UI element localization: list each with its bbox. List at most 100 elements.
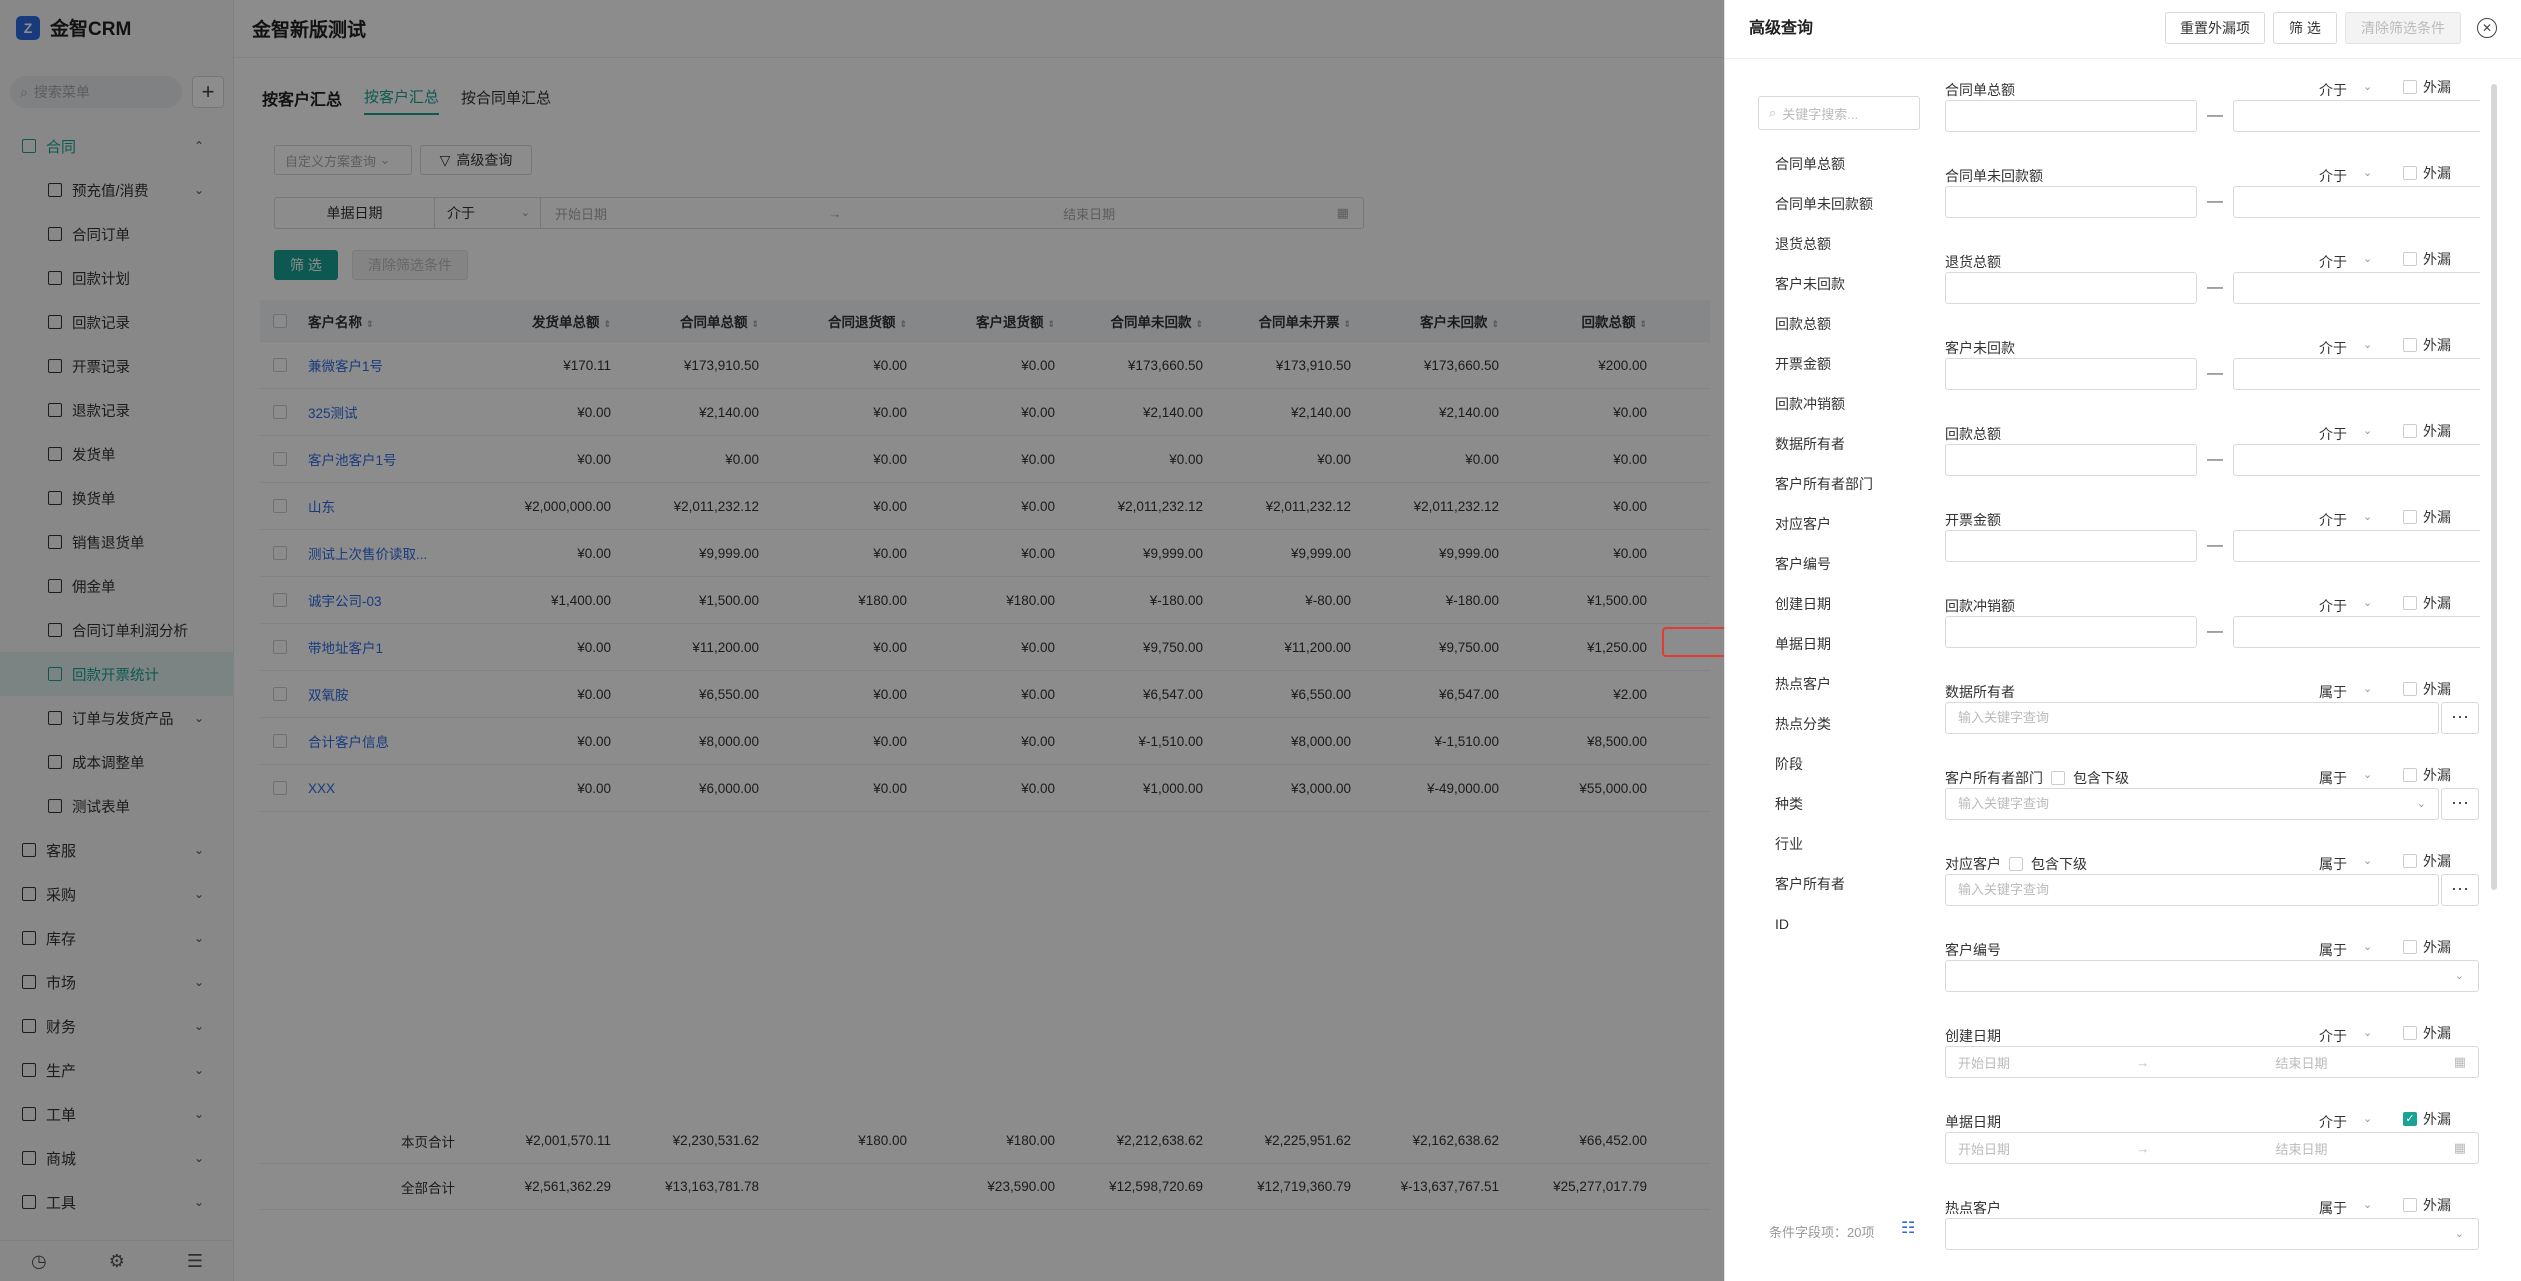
field-list-item[interactable]: 对应客户	[1775, 504, 1873, 544]
field-list-item[interactable]: 单据日期	[1775, 624, 1873, 664]
field-list-item[interactable]: 行业	[1775, 824, 1873, 864]
more-options-button[interactable]: ···	[2441, 702, 2479, 734]
range-min-input[interactable]	[1945, 444, 2197, 476]
field-list-item[interactable]: 阶段	[1775, 744, 1873, 784]
ext-toggle[interactable]: 外漏	[2403, 80, 2451, 97]
chevron-down-icon[interactable]: ⌄	[2363, 768, 2372, 781]
ext-checkbox[interactable]	[2403, 510, 2417, 524]
keyword-search-input[interactable]: ⌕ 关键字搜索...	[1758, 96, 1920, 130]
keyword-input[interactable]: 输入关键字查询 ⌄	[1945, 788, 2439, 820]
ext-checkbox[interactable]	[2403, 854, 2417, 868]
close-icon[interactable]: ✕	[2477, 18, 2497, 38]
range-max-input[interactable]	[2233, 444, 2480, 476]
chevron-down-icon[interactable]: ⌄	[2363, 80, 2372, 93]
range-min-input[interactable]	[1945, 100, 2197, 132]
chevron-down-icon[interactable]: ⌄	[2363, 510, 2372, 523]
field-list-item[interactable]: 数据所有者	[1775, 424, 1873, 464]
range-min-input[interactable]	[1945, 272, 2197, 304]
more-options-button[interactable]: ···	[2441, 788, 2479, 820]
keyword-input[interactable]: 输入关键字查询	[1945, 874, 2439, 906]
range-min-input[interactable]	[1945, 616, 2197, 648]
field-list-item[interactable]: 客户所有者	[1775, 864, 1873, 904]
condition-operator[interactable]: 属于	[2319, 768, 2347, 788]
range-max-input[interactable]	[2233, 100, 2480, 132]
select-input[interactable]: ⌄	[1945, 1218, 2479, 1250]
modal-mask[interactable]	[0, 0, 1724, 1281]
condition-operator[interactable]: 属于	[2319, 682, 2347, 702]
condition-operator[interactable]: 介于	[2319, 596, 2347, 616]
ext-toggle[interactable]: 外漏	[2403, 679, 2451, 699]
ext-toggle[interactable]: 外漏	[2403, 851, 2451, 871]
ext-checkbox[interactable]	[2403, 338, 2417, 352]
condition-operator[interactable]: 介于	[2319, 1112, 2347, 1132]
ext-toggle[interactable]: ✓ 外漏	[2403, 1109, 2451, 1129]
ext-checkbox[interactable]	[2403, 424, 2417, 438]
ext-checkbox[interactable]	[2403, 596, 2417, 610]
range-max-input[interactable]	[2233, 186, 2480, 218]
field-list-item[interactable]: 回款总额	[1775, 304, 1873, 344]
ext-toggle[interactable]: 外漏	[2403, 507, 2451, 527]
field-list-item[interactable]: 客户编号	[1775, 544, 1873, 584]
range-max-input[interactable]	[2233, 530, 2480, 562]
condition-operator[interactable]: 属于	[2319, 940, 2347, 960]
include-sub-checkbox[interactable]	[2051, 771, 2065, 785]
field-list-item[interactable]: 开票金额	[1775, 344, 1873, 384]
field-list-item[interactable]: 回款冲销额	[1775, 384, 1873, 424]
ext-checkbox[interactable]	[2403, 1198, 2417, 1212]
condition-operator[interactable]: 介于	[2319, 424, 2347, 444]
ext-toggle[interactable]: 外漏	[2403, 163, 2451, 183]
field-list-item[interactable]: 种类	[1775, 784, 1873, 824]
chevron-down-icon[interactable]: ⌄	[2363, 596, 2372, 609]
range-max-input[interactable]	[2233, 272, 2480, 304]
chevron-down-icon[interactable]: ⌄	[2363, 166, 2372, 179]
chevron-down-icon[interactable]: ⌄	[2363, 854, 2372, 867]
range-min-input[interactable]	[1945, 186, 2197, 218]
condition-operator[interactable]: 属于	[2319, 1198, 2347, 1218]
field-list-item[interactable]: 热点客户	[1775, 664, 1873, 704]
select-input[interactable]: ⌄	[1945, 960, 2479, 992]
ext-toggle[interactable]: 外漏	[2403, 937, 2451, 957]
condition-operator[interactable]: 介于	[2319, 166, 2347, 186]
ext-checkbox[interactable]	[2403, 80, 2417, 94]
ext-checkbox[interactable]	[2403, 940, 2417, 954]
ext-toggle[interactable]: 外漏	[2403, 593, 2451, 613]
condition-operator[interactable]: 介于	[2319, 510, 2347, 530]
more-options-button[interactable]: ···	[2441, 874, 2479, 906]
ext-toggle[interactable]: 外漏	[2403, 421, 2451, 441]
condition-operator[interactable]: 介于	[2319, 80, 2347, 100]
ext-toggle[interactable]: 外漏	[2403, 1195, 2451, 1215]
condition-operator[interactable]: 介于	[2319, 1026, 2347, 1046]
ext-toggle[interactable]: 外漏	[2403, 1023, 2451, 1043]
ext-checkbox[interactable]	[2403, 252, 2417, 266]
chevron-down-icon[interactable]: ⌄	[2363, 682, 2372, 695]
date-range-input[interactable]: 开始日期 → 结束日期 ▦	[1945, 1132, 2479, 1164]
adjust-icon[interactable]: ☷	[1901, 1218, 1915, 1238]
ext-toggle[interactable]: 外漏	[2403, 249, 2451, 269]
drawer-scrollbar[interactable]	[2491, 84, 2497, 890]
chevron-down-icon[interactable]: ⌄	[2363, 338, 2372, 351]
field-list-item[interactable]: 退货总额	[1775, 224, 1873, 264]
range-min-input[interactable]	[1945, 358, 2197, 390]
chevron-down-icon[interactable]: ⌄	[2363, 1026, 2372, 1039]
range-min-input[interactable]	[1945, 530, 2197, 562]
field-list-item[interactable]: 合同单总额	[1775, 144, 1873, 184]
include-sub-checkbox[interactable]	[2009, 857, 2023, 871]
field-list-item[interactable]: 创建日期	[1775, 584, 1873, 624]
ext-checkbox[interactable]	[2403, 768, 2417, 782]
field-list-item[interactable]: 热点分类	[1775, 704, 1873, 744]
range-max-input[interactable]	[2233, 616, 2480, 648]
ext-checkbox[interactable]	[2403, 1026, 2417, 1040]
keyword-input[interactable]: 输入关键字查询	[1945, 702, 2439, 734]
field-list-item[interactable]: 客户未回款	[1775, 264, 1873, 304]
chevron-down-icon[interactable]: ⌄	[2363, 252, 2372, 265]
ext-toggle[interactable]: 外漏	[2403, 765, 2451, 785]
drawer-clear-button[interactable]: 清除筛选条件	[2345, 12, 2461, 44]
reset-ext-button[interactable]: 重置外漏项	[2165, 12, 2265, 44]
field-list-item[interactable]: 客户所有者部门	[1775, 464, 1873, 504]
ext-checkbox[interactable]: ✓	[2403, 1112, 2417, 1126]
chevron-down-icon[interactable]: ⌄	[2363, 1112, 2372, 1125]
chevron-down-icon[interactable]: ⌄	[2363, 1198, 2372, 1211]
field-list-item[interactable]: ID	[1775, 904, 1873, 944]
chevron-down-icon[interactable]: ⌄	[2363, 940, 2372, 953]
condition-operator[interactable]: 介于	[2319, 252, 2347, 272]
